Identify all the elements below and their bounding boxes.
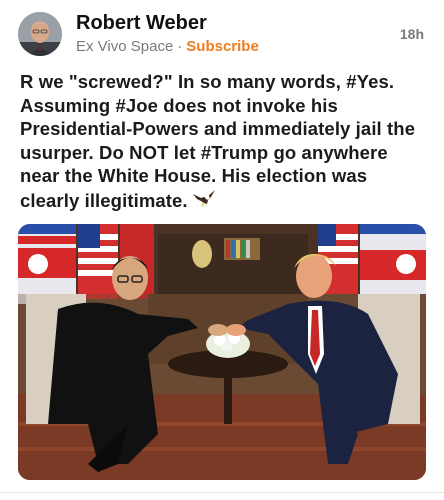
publication-name[interactable]: Ex Vivo Space — [76, 38, 173, 55]
post-text: R we "screwed?" In so many words, #Yes. … — [20, 70, 428, 216]
subscribe-button[interactable]: Subscribe — [186, 38, 259, 55]
post-header: Robert Weber Ex Vivo Space · Subscribe 18h — [0, 0, 444, 70]
post-text-line-end: clearly illegitimate. — [20, 189, 188, 211]
post-text-line-last: clearly illegitimate. — [20, 188, 428, 216]
post-text-line: usurper. Do NOT let #Trump go anywhere — [20, 141, 388, 163]
eagle-icon — [192, 188, 216, 216]
post-text-line: Presidential-Powers and immediately jail… — [20, 118, 416, 140]
author-avatar[interactable] — [18, 12, 62, 56]
handshake-photo-illustration — [18, 224, 426, 480]
post-text-line: Assuming #Joe does not invoke his — [20, 94, 338, 116]
post-timestamp: 18h — [399, 26, 424, 42]
meta-separator: · — [177, 38, 183, 55]
publication-meta: Ex Vivo Space · Subscribe — [76, 38, 259, 55]
author-name[interactable]: Robert Weber — [76, 12, 207, 35]
post-text-line: R we "screwed?" In so many words, #Yes. — [20, 71, 395, 92]
post-text-line: near the White House. His election was — [20, 165, 368, 187]
post-divider — [0, 492, 444, 493]
post-photo[interactable] — [18, 224, 426, 480]
